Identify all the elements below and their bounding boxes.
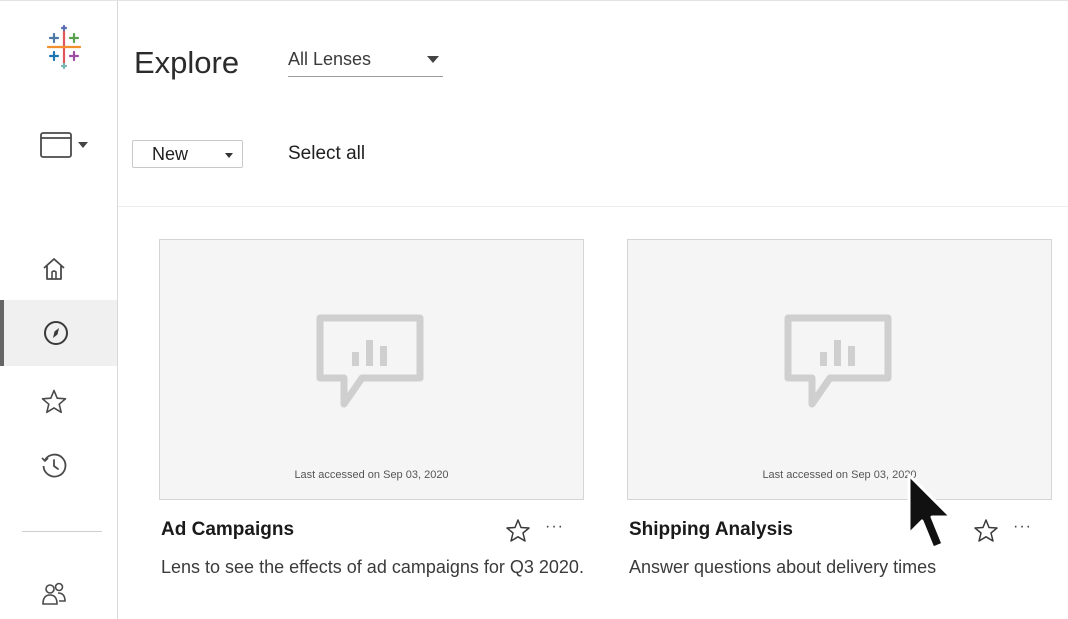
lens-card: Last accessed on Sep 03, 2020 Shipping A… [627,239,1052,619]
sidebar-item-favorites[interactable] [0,369,117,435]
mouse-pointer-icon [907,473,953,550]
last-accessed-text: Last accessed on Sep 03, 2020 [294,469,449,481]
clock-icon [40,453,66,478]
ask-data-chat-icon [784,314,892,408]
site-switcher[interactable] [40,127,110,163]
sidebar [0,1,118,619]
ask-data-chat-icon [316,314,424,408]
lens-title[interactable]: Shipping Analysis [629,519,793,541]
chevron-down-icon [78,142,88,148]
more-actions-icon[interactable]: ··· [1013,518,1032,536]
select-all-button[interactable]: Select all [288,143,365,165]
app-window: Explore All Lenses New Select all Last a… [0,0,1068,619]
lens-filter-dropdown[interactable]: All Lenses [288,45,443,77]
lens-title[interactable]: Ad Campaigns [161,519,294,541]
favorite-star-icon[interactable] [973,518,999,544]
sidebar-item-explore[interactable] [0,300,117,366]
new-button[interactable]: New [132,140,243,168]
chevron-down-icon [427,56,439,63]
sidebar-item-users[interactable] [0,561,117,619]
lens-thumbnail[interactable]: Last accessed on Sep 03, 2020 [159,239,584,500]
sidebar-item-home[interactable] [0,236,117,302]
toolbar-divider [118,206,1068,207]
lens-filter-value: All Lenses [288,49,372,69]
new-button-label: New [152,144,189,164]
star-icon [41,389,66,414]
lens-card: Last accessed on Sep 03, 2020 Ad Campaig… [159,239,584,619]
more-actions-icon[interactable]: ··· [545,518,564,536]
sidebar-divider [22,531,102,532]
home-icon [42,258,65,280]
last-accessed-text: Last accessed on Sep 03, 2020 [762,469,917,481]
tableau-logo-icon[interactable] [42,24,86,70]
sidebar-item-recents[interactable] [0,433,117,499]
chevron-down-icon [225,153,233,158]
browser-window-icon [40,132,72,158]
page-title: Explore [134,45,240,80]
lens-description: Answer questions about delivery times [629,557,937,577]
lens-description: Lens to see the effects of ad campaigns … [161,557,584,577]
compass-icon [43,321,68,345]
favorite-star-icon[interactable] [505,518,531,544]
lens-thumbnail[interactable]: Last accessed on Sep 03, 2020 [627,239,1052,500]
users-icon [41,582,66,605]
